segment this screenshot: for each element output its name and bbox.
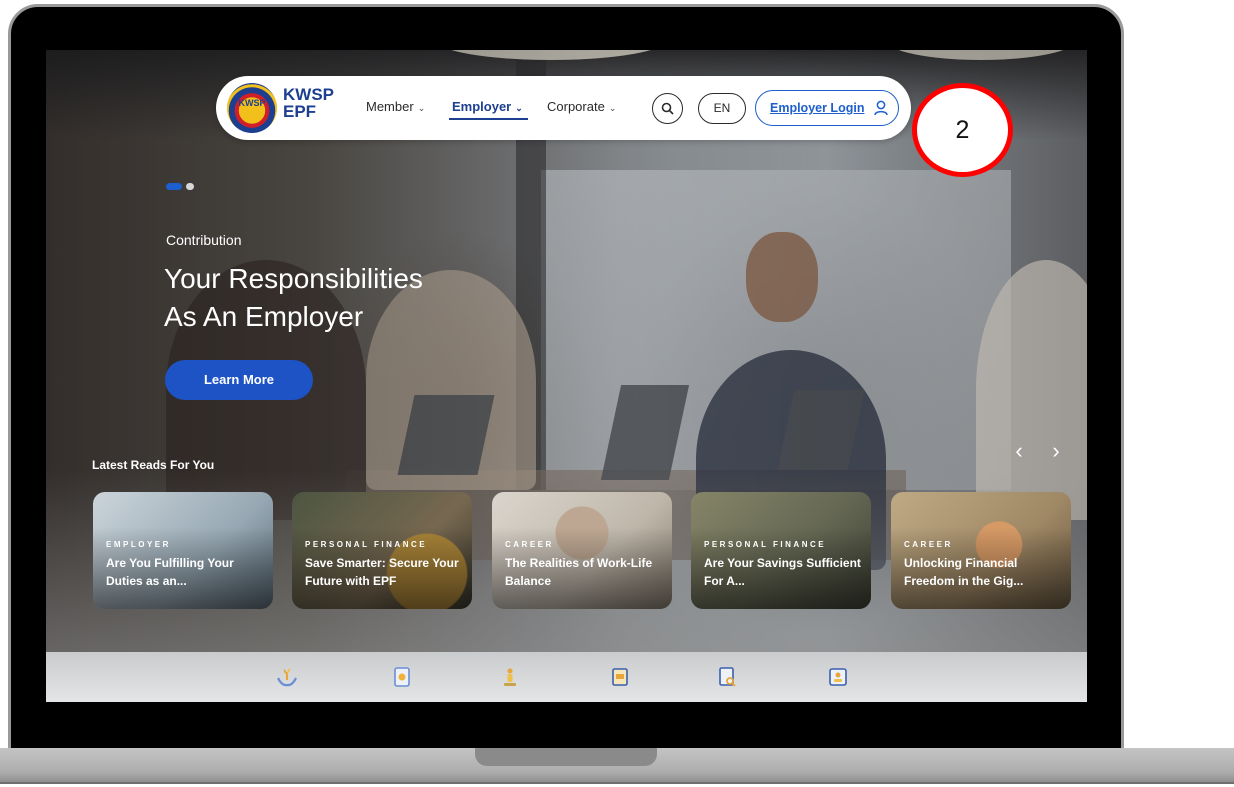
chevron-down-icon: ⌄ [417, 103, 426, 113]
document-coin-icon[interactable] [391, 666, 413, 688]
nav-item-employer[interactable]: Employer ⌄ [452, 99, 523, 114]
latest-reads-title: Latest Reads For You [92, 458, 215, 472]
article-shade [93, 492, 273, 609]
article-card[interactable]: CAREER The Realities of Work-Life Balanc… [492, 492, 672, 609]
hero-eyebrow: Contribution [166, 232, 242, 248]
logo-text-line1: KWSP [283, 85, 334, 104]
nav-item-label: Employer [452, 99, 512, 114]
article-card[interactable]: PERSONAL FINANCE Are Your Savings Suffic… [691, 492, 871, 609]
laptop-notch [475, 748, 657, 766]
quick-links-strip [46, 652, 1087, 702]
nav-item-member[interactable]: Member ⌄ [366, 99, 425, 114]
article-category: CAREER [904, 540, 953, 549]
learn-more-button[interactable]: Learn More [165, 360, 313, 400]
active-nav-underline [449, 118, 528, 120]
article-card[interactable]: CAREER Unlocking Financial Freedom in th… [891, 492, 1071, 609]
article-shade [691, 492, 871, 609]
hero-title-line1: Your Responsibilities [164, 263, 423, 294]
hero-title-line2: As An Employer [164, 301, 364, 332]
article-category: PERSONAL FINANCE [305, 540, 428, 549]
search-icon [661, 102, 674, 115]
nav-item-label: Member [366, 99, 414, 114]
article-card[interactable]: EMPLOYER Are You Fulfilling Your Duties … [93, 492, 273, 609]
article-shade [492, 492, 672, 609]
chevron-down-icon: ⌄ [515, 103, 523, 113]
certificate-icon[interactable] [609, 666, 631, 688]
carousel-dot-active[interactable] [166, 183, 182, 190]
document-search-icon[interactable] [716, 666, 738, 688]
article-shade [891, 492, 1071, 609]
person-stand-icon[interactable] [499, 666, 521, 688]
employer-login-button[interactable]: Employer Login [755, 90, 899, 126]
carousel-dot[interactable] [186, 183, 194, 190]
article-title: Save Smarter: Secure Your Future with EP… [305, 556, 459, 588]
article-title: Are You Fulfilling Your Duties as an... [106, 556, 234, 588]
article-category: PERSONAL FINANCE [704, 540, 827, 549]
kwsp-logo-badge[interactable]: KWSP [227, 83, 277, 133]
article-title: The Realities of Work-Life Balance [505, 556, 653, 588]
top-navbar: KWSP KWSP EPF Member ⌄ Employer ⌄ Corporat… [216, 76, 911, 140]
article-category: CAREER [505, 540, 554, 549]
nav-item-label: Corporate [547, 99, 605, 114]
step-number-marker: 2 [912, 83, 1013, 177]
stage: KWSP KWSP EPF Member ⌄ Employer ⌄ Corporat… [0, 0, 1234, 787]
article-shade [292, 492, 472, 609]
article-card[interactable]: PERSONAL FINANCE Save Smarter: Secure Yo… [292, 492, 472, 609]
employer-login-label: Employer Login [770, 101, 865, 115]
nav-item-corporate[interactable]: Corporate ⌄ [547, 99, 616, 114]
id-card-icon[interactable] [827, 666, 849, 688]
hands-plant-icon[interactable] [276, 666, 298, 688]
user-icon [874, 100, 888, 116]
search-button[interactable] [652, 93, 683, 124]
chevron-down-icon: ⌄ [608, 103, 617, 113]
logo-text-line2: EPF [283, 102, 317, 121]
logo-badge-text: KWSP [238, 98, 266, 108]
article-title: Are Your Savings Sufficient For A... [704, 556, 861, 588]
kwsp-logo-text[interactable]: KWSP EPF [283, 86, 334, 120]
chevron-right-icon[interactable]: › [1044, 438, 1068, 464]
article-category: EMPLOYER [106, 540, 171, 549]
language-button[interactable]: EN [698, 93, 746, 124]
chevron-left-icon[interactable]: ‹ [1007, 438, 1031, 464]
article-title: Unlocking Financial Freedom in the Gig..… [904, 556, 1024, 588]
hero-title: Your Responsibilities As An Employer [164, 260, 584, 336]
